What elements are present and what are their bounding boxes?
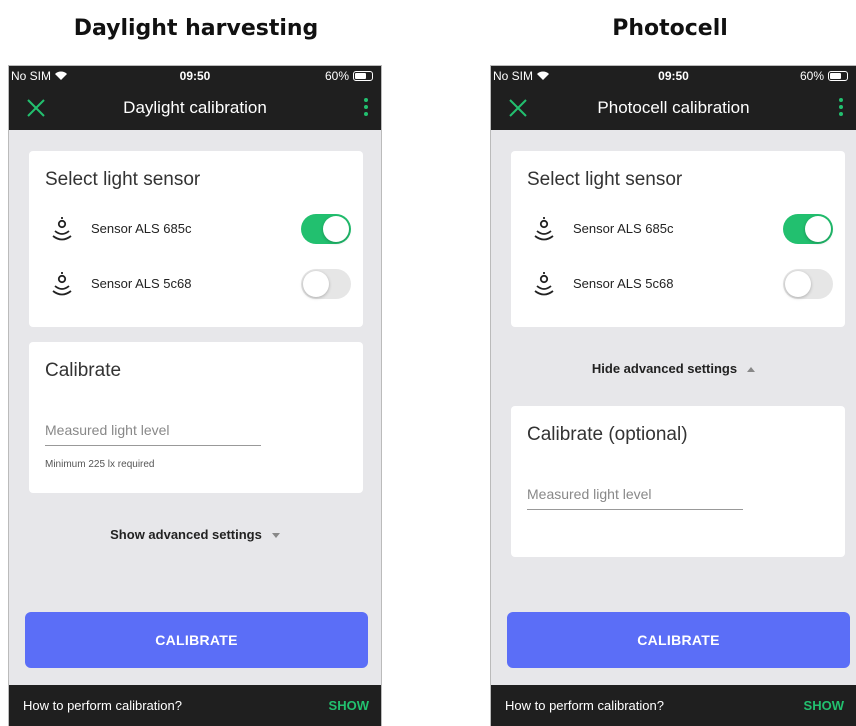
sensor-toggle[interactable] — [301, 269, 351, 299]
helper-text: Minimum 225 lx required — [45, 459, 155, 470]
sensor-label: Sensor ALS 685c — [91, 221, 192, 236]
page-title: Daylight calibration — [123, 98, 267, 117]
hide-advanced-settings-toggle[interactable]: Hide advanced settings — [491, 361, 856, 376]
more-options-icon[interactable] — [363, 98, 369, 118]
sensor-label: Sensor ALS 685c — [573, 221, 674, 236]
sensor-card-title: Select light sensor — [527, 169, 683, 190]
calibrate-button[interactable]: CALIBRATE — [25, 612, 368, 668]
app-bar: Photocell calibration — [491, 86, 856, 130]
help-question: How to perform calibration? — [505, 698, 664, 713]
light-sensor-icon — [52, 272, 72, 296]
help-question: How to perform calibration? — [23, 698, 182, 713]
sensor-toggle[interactable] — [783, 269, 833, 299]
measured-light-input[interactable]: Measured light level — [527, 486, 652, 502]
measured-light-input[interactable]: Measured light level — [45, 422, 170, 438]
more-options-icon[interactable] — [838, 98, 844, 118]
app-bar: Daylight calibration — [9, 86, 381, 130]
sensor-toggle[interactable] — [783, 214, 833, 244]
status-bar: No SIM 09:50 60% — [491, 66, 856, 86]
sensor-card: Select light sensor Sensor ALS 685c Sens… — [29, 151, 363, 327]
status-bar: No SIM 09:50 60% — [9, 66, 381, 86]
battery-icon — [353, 71, 373, 81]
sensor-card: Select light sensor Sensor ALS 685c Sens… — [511, 151, 845, 327]
calibrate-card: Calibrate Measured light level Minimum 2… — [29, 342, 363, 493]
bottom-help-bar: How to perform calibration? SHOW — [491, 685, 856, 726]
phone-screen-daylight: No SIM 09:50 60% Daylight calibration Se… — [8, 65, 382, 726]
bottom-help-bar: How to perform calibration? SHOW — [9, 685, 381, 726]
calibrate-button[interactable]: CALIBRATE — [507, 612, 850, 668]
show-help-button[interactable]: SHOW — [329, 698, 369, 713]
light-sensor-icon — [52, 217, 72, 241]
sensor-row[interactable]: Sensor ALS 5c68 — [527, 269, 833, 299]
sensor-card-title: Select light sensor — [45, 169, 201, 190]
battery-icon — [828, 71, 848, 81]
show-advanced-settings-toggle[interactable]: Show advanced settings — [9, 527, 381, 542]
battery-status: 60% — [325, 69, 373, 83]
sensor-toggle[interactable] — [301, 214, 351, 244]
input-underline — [527, 509, 743, 510]
sensor-row[interactable]: Sensor ALS 685c — [45, 214, 351, 244]
sensor-row[interactable]: Sensor ALS 5c68 — [45, 269, 351, 299]
caret-down-icon — [271, 533, 280, 539]
caret-up-icon — [747, 367, 756, 373]
calibrate-card-title: Calibrate — [45, 360, 122, 381]
show-help-button[interactable]: SHOW — [804, 698, 844, 713]
heading-daylight-harvesting: Daylight harvesting — [73, 16, 319, 41]
sensor-label: Sensor ALS 5c68 — [573, 276, 674, 291]
phone-screen-photocell: No SIM 09:50 60% Photocell calibration S… — [490, 65, 856, 726]
calibrate-card-title: Calibrate (optional) — [527, 424, 688, 445]
sensor-label: Sensor ALS 5c68 — [91, 276, 192, 291]
battery-status: 60% — [800, 69, 848, 83]
page-title: Photocell calibration — [597, 98, 750, 117]
calibrate-card: Calibrate (optional) Measured light leve… — [511, 406, 845, 557]
input-underline — [45, 445, 261, 446]
light-sensor-icon — [534, 217, 554, 241]
light-sensor-icon — [534, 272, 554, 296]
sensor-row[interactable]: Sensor ALS 685c — [527, 214, 833, 244]
heading-photocell: Photocell — [612, 16, 728, 41]
